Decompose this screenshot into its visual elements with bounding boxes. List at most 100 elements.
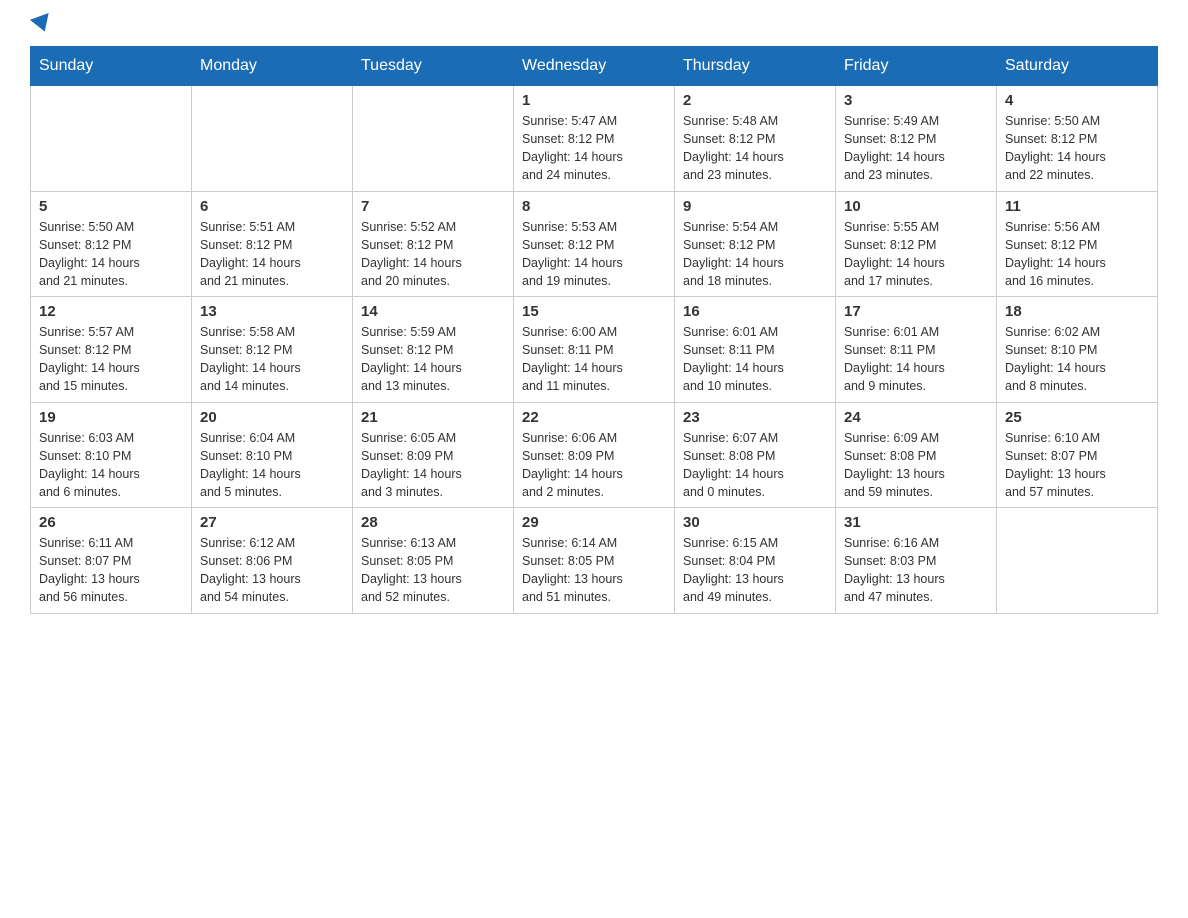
day-info: Sunrise: 5:56 AMSunset: 8:12 PMDaylight:…: [1005, 218, 1149, 291]
logo-triangle-icon: [30, 13, 54, 35]
day-number: 24: [844, 409, 988, 426]
logo: [30, 20, 52, 36]
day-number: 27: [200, 514, 344, 531]
day-info: Sunrise: 6:13 AMSunset: 8:05 PMDaylight:…: [361, 534, 505, 607]
calendar-week-row: 5 Sunrise: 5:50 AMSunset: 8:12 PMDaylight…: [31, 191, 1158, 297]
day-number: 11: [1005, 198, 1149, 215]
calendar-week-row: 19Sunrise: 6:03 AMSunset: 8:10 PMDayligh…: [31, 402, 1158, 508]
day-info: Sunrise: 6:16 AMSunset: 8:03 PMDaylight:…: [844, 534, 988, 607]
calendar-cell: 16 Sunrise: 6:01 AMSunset: 8:11 PMDayligh…: [675, 297, 836, 403]
calendar-cell: 15 Sunrise: 6:00 AMSunset: 8:11 PMDayligh…: [514, 297, 675, 403]
day-info: Sunrise: 5:51 AMSunset: 8:12 PMDaylight:…: [200, 218, 344, 291]
calendar-cell: [997, 508, 1158, 614]
day-info: Sunrise: 5:49 AMSunset: 8:12 PMDaylight:…: [844, 112, 988, 185]
day-info: Sunrise: 5:55 AMSunset: 8:12 PMDaylight:…: [844, 218, 988, 291]
day-number: 8: [522, 198, 666, 215]
calendar-cell: 9Sunrise: 5:54 AMSunset: 8:12 PMDaylight…: [675, 191, 836, 297]
calendar-cell: 26 Sunrise: 6:11 AMSunset: 8:07 PMDayligh…: [31, 508, 192, 614]
day-info: Sunrise: 6:01 AMSunset: 8:11 PMDaylight:…: [683, 323, 827, 396]
day-info: Sunrise: 6:01 AMSunset: 8:11 PMDaylight:…: [844, 323, 988, 396]
page-header: [30, 20, 1158, 36]
calendar-cell: 19Sunrise: 6:03 AMSunset: 8:10 PMDayligh…: [31, 402, 192, 508]
day-number: 21: [361, 409, 505, 426]
weekday-header-row: SundayMondayTuesdayWednesdayThursdayFrid…: [31, 47, 1158, 86]
day-number: 13: [200, 303, 344, 320]
day-info: Sunrise: 6:12 AMSunset: 8:06 PMDaylight:…: [200, 534, 344, 607]
day-number: 19: [39, 409, 183, 426]
day-info: Sunrise: 5:50 AMSunset: 8:12 PMDaylight:…: [39, 218, 183, 291]
calendar-cell: 25Sunrise: 6:10 AMSunset: 8:07 PMDayligh…: [997, 402, 1158, 508]
day-number: 1: [522, 92, 666, 109]
day-number: 14: [361, 303, 505, 320]
day-info: Sunrise: 6:14 AMSunset: 8:05 PMDaylight:…: [522, 534, 666, 607]
day-number: 17: [844, 303, 988, 320]
day-number: 12: [39, 303, 183, 320]
calendar-cell: 7 Sunrise: 5:52 AMSunset: 8:12 PMDaylight…: [353, 191, 514, 297]
day-number: 5: [39, 198, 183, 215]
day-number: 20: [200, 409, 344, 426]
calendar-cell: 22 Sunrise: 6:06 AMSunset: 8:09 PMDayligh…: [514, 402, 675, 508]
day-info: Sunrise: 5:59 AMSunset: 8:12 PMDaylight:…: [361, 323, 505, 396]
day-number: 26: [39, 514, 183, 531]
day-number: 31: [844, 514, 988, 531]
day-number: 18: [1005, 303, 1149, 320]
calendar-cell: 13 Sunrise: 5:58 AMSunset: 8:12 PMDayligh…: [192, 297, 353, 403]
weekday-header-saturday: Saturday: [997, 47, 1158, 86]
day-number: 16: [683, 303, 827, 320]
day-number: 2: [683, 92, 827, 109]
calendar-cell: [31, 86, 192, 192]
day-info: Sunrise: 6:07 AMSunset: 8:08 PMDaylight:…: [683, 429, 827, 502]
day-info: Sunrise: 6:00 AMSunset: 8:11 PMDaylight:…: [522, 323, 666, 396]
day-number: 3: [844, 92, 988, 109]
day-info: Sunrise: 5:52 AMSunset: 8:12 PMDaylight:…: [361, 218, 505, 291]
weekday-header-sunday: Sunday: [31, 47, 192, 86]
calendar-week-row: 12Sunrise: 5:57 AMSunset: 8:12 PMDayligh…: [31, 297, 1158, 403]
weekday-header-tuesday: Tuesday: [353, 47, 514, 86]
calendar-cell: 4 Sunrise: 5:50 AMSunset: 8:12 PMDaylight…: [997, 86, 1158, 192]
day-info: Sunrise: 5:58 AMSunset: 8:12 PMDaylight:…: [200, 323, 344, 396]
calendar-cell: 29 Sunrise: 6:14 AMSunset: 8:05 PMDayligh…: [514, 508, 675, 614]
calendar-cell: 6 Sunrise: 5:51 AMSunset: 8:12 PMDaylight…: [192, 191, 353, 297]
day-number: 28: [361, 514, 505, 531]
calendar-cell: [192, 86, 353, 192]
day-number: 6: [200, 198, 344, 215]
day-number: 10: [844, 198, 988, 215]
calendar-week-row: 1 Sunrise: 5:47 AMSunset: 8:12 PMDaylight…: [31, 86, 1158, 192]
day-info: Sunrise: 5:47 AMSunset: 8:12 PMDaylight:…: [522, 112, 666, 185]
day-number: 30: [683, 514, 827, 531]
calendar-cell: 8 Sunrise: 5:53 AMSunset: 8:12 PMDaylight…: [514, 191, 675, 297]
day-number: 23: [683, 409, 827, 426]
day-info: Sunrise: 5:53 AMSunset: 8:12 PMDaylight:…: [522, 218, 666, 291]
calendar-cell: 31 Sunrise: 6:16 AMSunset: 8:03 PMDayligh…: [836, 508, 997, 614]
calendar-cell: 14 Sunrise: 5:59 AMSunset: 8:12 PMDayligh…: [353, 297, 514, 403]
calendar-cell: 5 Sunrise: 5:50 AMSunset: 8:12 PMDaylight…: [31, 191, 192, 297]
day-info: Sunrise: 6:02 AMSunset: 8:10 PMDaylight:…: [1005, 323, 1149, 396]
day-info: Sunrise: 6:05 AMSunset: 8:09 PMDaylight:…: [361, 429, 505, 502]
day-number: 25: [1005, 409, 1149, 426]
calendar-cell: 27 Sunrise: 6:12 AMSunset: 8:06 PMDayligh…: [192, 508, 353, 614]
calendar-cell: 2 Sunrise: 5:48 AMSunset: 8:12 PMDaylight…: [675, 86, 836, 192]
calendar-cell: 24Sunrise: 6:09 AMSunset: 8:08 PMDayligh…: [836, 402, 997, 508]
day-info: Sunrise: 6:04 AMSunset: 8:10 PMDaylight:…: [200, 429, 344, 502]
calendar-cell: 21 Sunrise: 6:05 AMSunset: 8:09 PMDayligh…: [353, 402, 514, 508]
calendar-cell: 1 Sunrise: 5:47 AMSunset: 8:12 PMDaylight…: [514, 86, 675, 192]
day-info: Sunrise: 6:15 AMSunset: 8:04 PMDaylight:…: [683, 534, 827, 607]
day-info: Sunrise: 6:06 AMSunset: 8:09 PMDaylight:…: [522, 429, 666, 502]
day-number: 9: [683, 198, 827, 215]
weekday-header-monday: Monday: [192, 47, 353, 86]
calendar-cell: 17 Sunrise: 6:01 AMSunset: 8:11 PMDayligh…: [836, 297, 997, 403]
day-number: 15: [522, 303, 666, 320]
calendar-cell: 18 Sunrise: 6:02 AMSunset: 8:10 PMDayligh…: [997, 297, 1158, 403]
day-info: Sunrise: 6:11 AMSunset: 8:07 PMDaylight:…: [39, 534, 183, 607]
day-number: 4: [1005, 92, 1149, 109]
day-number: 7: [361, 198, 505, 215]
day-info: Sunrise: 5:50 AMSunset: 8:12 PMDaylight:…: [1005, 112, 1149, 185]
calendar-cell: 10 Sunrise: 5:55 AMSunset: 8:12 PMDayligh…: [836, 191, 997, 297]
weekday-header-thursday: Thursday: [675, 47, 836, 86]
calendar-cell: 23 Sunrise: 6:07 AMSunset: 8:08 PMDayligh…: [675, 402, 836, 508]
day-number: 29: [522, 514, 666, 531]
calendar-cell: 12Sunrise: 5:57 AMSunset: 8:12 PMDayligh…: [31, 297, 192, 403]
day-info: Sunrise: 5:48 AMSunset: 8:12 PMDaylight:…: [683, 112, 827, 185]
calendar-cell: 3 Sunrise: 5:49 AMSunset: 8:12 PMDaylight…: [836, 86, 997, 192]
day-number: 22: [522, 409, 666, 426]
